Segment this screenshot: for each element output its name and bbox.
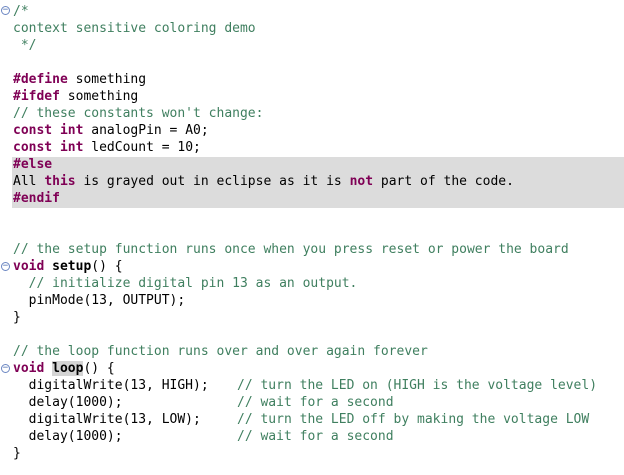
- code-line[interactable]: delay(1000); // wait for a second: [13, 428, 624, 445]
- comment-text: */: [13, 38, 37, 53]
- code-line[interactable]: */: [13, 37, 624, 54]
- function-name: setup: [52, 259, 92, 274]
- code-line[interactable]: void setup() {: [13, 258, 624, 275]
- code-text: () {: [91, 259, 123, 274]
- code-text: }: [13, 446, 21, 461]
- code-line[interactable]: // the loop function runs over and over …: [13, 343, 624, 360]
- code-text: part of the code.: [373, 174, 514, 189]
- code-line[interactable]: // the setup function runs once when you…: [13, 241, 624, 258]
- code-text: delay(1000);: [13, 395, 123, 410]
- code-text: () {: [83, 361, 115, 376]
- keyword: int: [59, 123, 84, 138]
- comment-text: // initialize digital pin 13 as an outpu…: [13, 276, 358, 291]
- comment-text: // wait for a second: [237, 429, 394, 444]
- code-line[interactable]: digitalWrite(13, HIGH); // turn the LED o…: [13, 377, 624, 394]
- code-text: All: [13, 174, 45, 189]
- code-text: is grayed out in eclipse as it is: [75, 174, 350, 189]
- preprocessor-keyword: #else: [13, 157, 53, 172]
- fold-collapse-icon[interactable]: −: [1, 364, 10, 373]
- code-editor[interactable]: − − − /* context sensitive coloring demo…: [0, 0, 624, 475]
- code-text: something: [67, 72, 147, 87]
- code-line[interactable]: pinMode(13, OUTPUT);: [13, 292, 624, 309]
- code-line[interactable]: }: [13, 445, 624, 462]
- code-line[interactable]: const int ledCount = 10;: [13, 139, 624, 156]
- keyword: void: [13, 259, 45, 274]
- fold-collapse-icon[interactable]: −: [1, 6, 10, 15]
- code-text: delay(1000);: [13, 429, 123, 444]
- comment-text: // these constants won't change:: [13, 106, 264, 121]
- code-line[interactable]: #define something: [13, 71, 624, 88]
- code-text: something: [59, 89, 139, 104]
- keyword: const: [13, 140, 53, 155]
- code-text: analogPin = A0;: [83, 123, 209, 138]
- code-line[interactable]: All this is grayed out in eclipse as it …: [13, 173, 624, 190]
- comment-text: // the setup function runs once when you…: [13, 242, 569, 257]
- code-line[interactable]: /*: [13, 3, 624, 20]
- code-line[interactable]: delay(1000); // wait for a second: [13, 394, 624, 411]
- keyword: this: [44, 174, 76, 189]
- code-text: digitalWrite(13, LOW);: [13, 412, 201, 427]
- code-line[interactable]: const int analogPin = A0;: [13, 122, 624, 139]
- code-text: digitalWrite(13, HIGH);: [13, 378, 209, 393]
- keyword: const: [13, 123, 53, 138]
- code-text: pinMode(13, OUTPUT);: [13, 293, 186, 308]
- preprocessor-keyword: #ifdef: [13, 89, 60, 104]
- comment-text: context sensitive coloring demo: [13, 21, 256, 36]
- comment-text: // wait for a second: [237, 395, 394, 410]
- comment-text: // turn the LED on (HIGH is the voltage …: [237, 378, 598, 393]
- keyword: int: [59, 140, 84, 155]
- comment-text: // the loop function runs over and over …: [13, 344, 428, 359]
- code-line[interactable]: }: [13, 309, 624, 326]
- preprocessor-keyword: #define: [13, 72, 68, 87]
- code-text: ledCount = 10;: [83, 140, 201, 155]
- keyword: not: [349, 174, 374, 189]
- code-line[interactable]: #endif: [13, 190, 624, 207]
- comment-text: /*: [13, 4, 29, 19]
- code-line[interactable]: void loop() {: [13, 360, 624, 377]
- code-line[interactable]: digitalWrite(13, LOW); // turn the LED of…: [13, 411, 624, 428]
- code-line[interactable]: // these constants won't change:: [13, 105, 624, 122]
- code-text: }: [13, 310, 21, 325]
- folding-ruler: − − −: [0, 0, 12, 475]
- preprocessor-keyword: #endif: [13, 191, 60, 206]
- keyword: void: [13, 361, 45, 376]
- code-line[interactable]: // initialize digital pin 13 as an outpu…: [13, 275, 624, 292]
- comment-text: // turn the LED off by making the voltag…: [237, 412, 590, 427]
- fold-collapse-icon[interactable]: −: [1, 262, 10, 271]
- function-name: loop: [52, 361, 84, 376]
- code-line[interactable]: context sensitive coloring demo: [13, 20, 624, 37]
- code-line[interactable]: #ifdef something: [13, 88, 624, 105]
- code-line[interactable]: #else: [13, 156, 624, 173]
